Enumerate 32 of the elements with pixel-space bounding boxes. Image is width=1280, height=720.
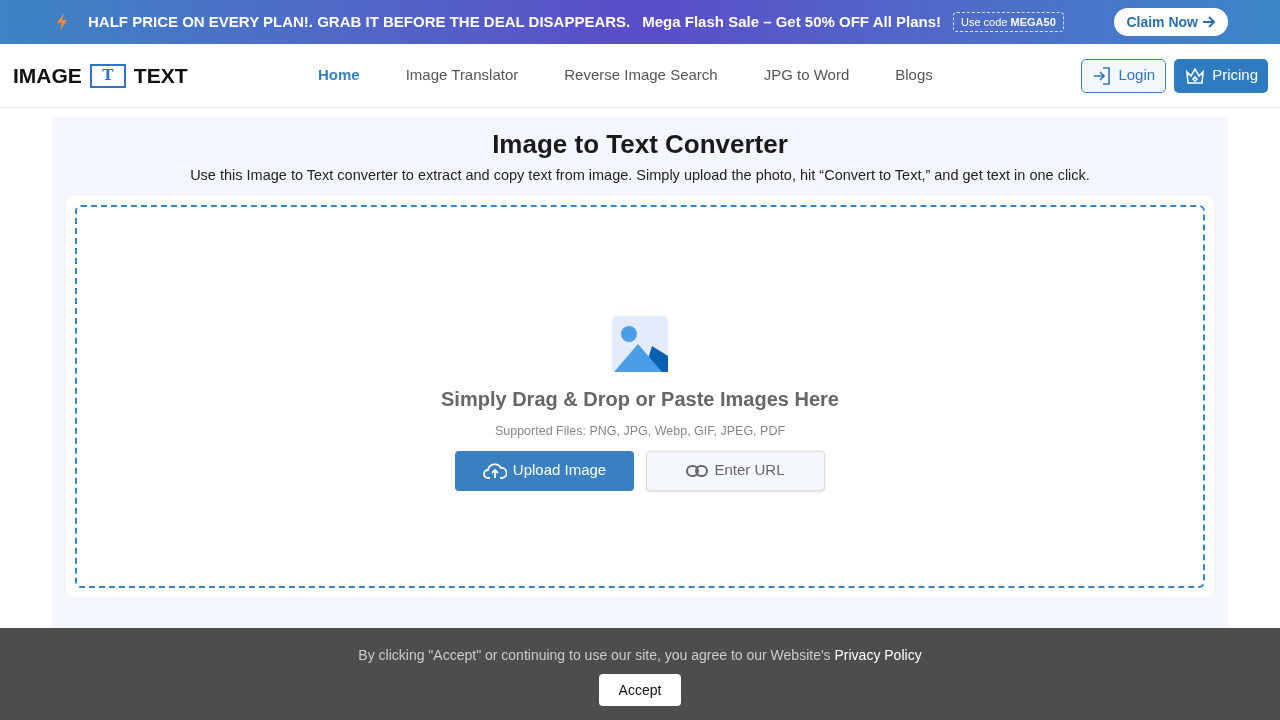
page-title: Image to Text Converter bbox=[492, 128, 788, 161]
link-icon bbox=[686, 464, 709, 477]
enter-url-button[interactable]: Enter URL bbox=[646, 450, 825, 491]
promo-code: MEGA50 bbox=[1010, 15, 1056, 28]
login-icon bbox=[1092, 65, 1113, 86]
nav-link[interactable]: Blogs bbox=[895, 64, 933, 87]
cloud-upload-icon bbox=[482, 461, 507, 480]
privacy-policy-link[interactable]: Privacy Policy bbox=[834, 647, 922, 663]
claim-now-button[interactable]: Claim Now bbox=[1114, 8, 1228, 36]
arrow-right-icon bbox=[1202, 16, 1216, 28]
logo-text: IMAGE bbox=[13, 62, 82, 89]
drop-zone[interactable]: Simply Drag & Drop or Paste Images Here Supported Files: PNG, JPG, Webp, GIF, JPEG, PDF Upload Image Enter URL bbox=[75, 204, 1205, 588]
nav-link[interactable]: Reverse Image Search bbox=[564, 64, 718, 87]
supported-files: Supported Files: PNG, JPG, Webp, GIF, JPEG, PDF bbox=[494, 422, 786, 440]
logo-mark: T bbox=[89, 63, 126, 88]
image-icon bbox=[612, 315, 668, 372]
code-label: Use code bbox=[961, 15, 1008, 28]
upload-image-button[interactable]: Upload Image bbox=[455, 450, 634, 491]
cookie-text: By clicking "Accept" or continuing to use our site, you agree to our Website's Privacy Policy bbox=[358, 646, 922, 665]
drop-heading: Simply Drag & Drop or Paste Images Here bbox=[441, 386, 839, 412]
login-button[interactable]: Login bbox=[1081, 58, 1167, 93]
pricing-button[interactable]: Pricing bbox=[1174, 58, 1268, 93]
promo-headline: HALF PRICE ON EVERY PLAN!. GRAB IT BEFORE THE DEAL DISAPPEARS. bbox=[88, 11, 631, 32]
page-subtitle: Use this Image to Text converter to extract and copy text from image. Simply upload the photo, hit “Convert to Text,” and get text in one click. bbox=[190, 166, 1090, 185]
nav-link[interactable]: Image Translator bbox=[405, 64, 519, 87]
logo-text: TEXT bbox=[133, 62, 188, 89]
nav-link[interactable]: Home bbox=[318, 64, 360, 87]
accept-button[interactable]: Accept bbox=[599, 674, 681, 706]
nav-link[interactable]: JPG to Word bbox=[763, 64, 850, 87]
promo-offer: Mega Flash Sale – Get 50% OFF All Plans! bbox=[642, 11, 941, 32]
lightning-icon bbox=[56, 13, 68, 31]
crown-icon bbox=[1184, 65, 1207, 86]
